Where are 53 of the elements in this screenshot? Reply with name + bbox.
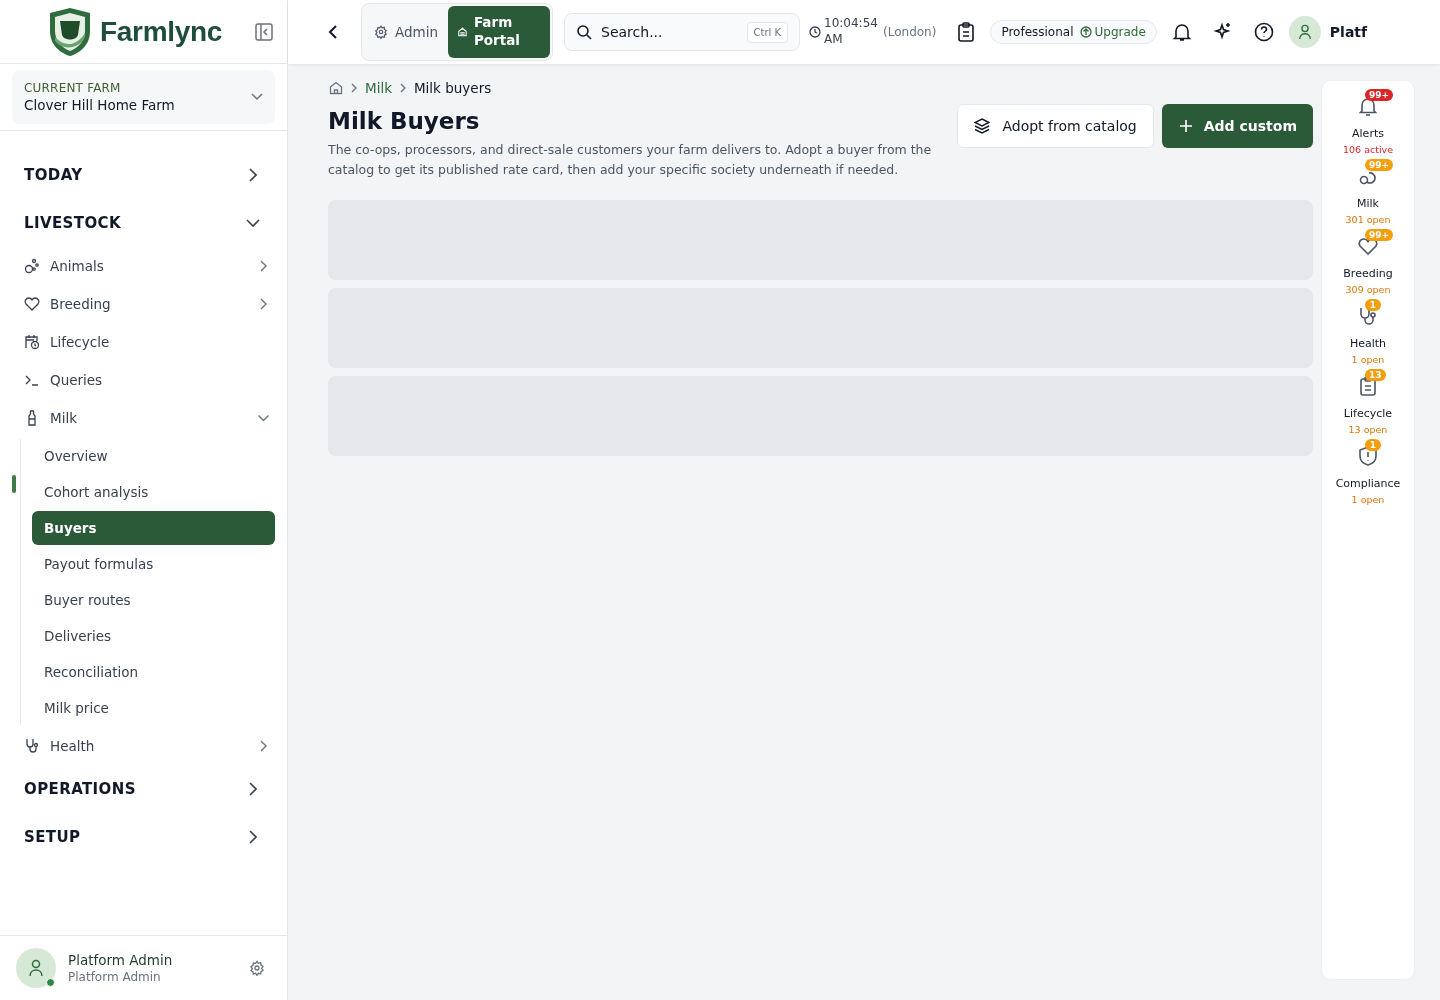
rail-label: Health — [1349, 337, 1387, 350]
nav-subitem[interactable]: Milk price — [32, 691, 275, 725]
nav-item[interactable]: Queries — [12, 361, 275, 399]
count-badge: 1 — [1365, 299, 1381, 311]
rail-status: 1 open — [1351, 494, 1385, 505]
nav-item[interactable]: Health — [12, 727, 275, 765]
nav-section[interactable]: SETUP — [12, 813, 275, 861]
rail-status: 301 open — [1345, 214, 1391, 225]
portal-tab[interactable]: Admin — [364, 6, 449, 58]
rail-status: 309 open — [1345, 284, 1391, 295]
rail-label: Breeding — [1343, 267, 1393, 280]
portal-tab[interactable]: Farm Portal — [448, 6, 551, 58]
page-title: Milk Buyers — [328, 108, 481, 134]
count-badge: 99+ — [1365, 159, 1394, 171]
rail-status: 13 open — [1348, 424, 1388, 435]
count-badge: 99+ — [1365, 229, 1394, 241]
adopt-button[interactable]: Adopt from catalog — [957, 104, 1154, 148]
nav-section[interactable]: OPERATIONS — [12, 765, 275, 813]
user-name[interactable]: Platf — [1329, 24, 1368, 40]
rail-label: Lifecycle — [1343, 407, 1393, 420]
plan-name: Professional — [1001, 25, 1074, 39]
nav-subitem[interactable]: Overview — [32, 439, 275, 473]
nav-item[interactable]: Lifecycle — [12, 323, 275, 361]
nav-item[interactable]: Breeding — [12, 285, 275, 323]
page-description: The co-ops, processors, and direct-sale customers your farm delivers to. Adopt a buyer from the catalog to get its published rate card, then add your specific society underneath if needed. — [328, 141, 933, 179]
profile-role: Platform Admin — [68, 970, 162, 984]
nav-subitem[interactable]: Payout formulas — [32, 547, 275, 581]
count-badge: 1 — [1365, 439, 1381, 451]
nav-item[interactable]: Animals — [12, 247, 275, 285]
count-badge: 99+ — [1365, 89, 1394, 101]
breadcrumb-link[interactable]: Milk — [365, 80, 392, 96]
rail-status: 1 open — [1351, 354, 1385, 365]
clock-zone: (London) — [883, 25, 937, 39]
nav-subitem[interactable]: Buyers — [32, 511, 275, 545]
add-button[interactable]: Add custom — [1161, 104, 1313, 148]
nav-section[interactable]: TODAY — [12, 151, 275, 199]
shortcut-hint: Ctrl K — [746, 22, 789, 43]
breadcrumb-current: Milk buyers — [413, 80, 492, 96]
rail-status: 106 active — [1343, 144, 1393, 155]
nav-subitem[interactable]: Cohort analysis — [32, 475, 275, 509]
profile-name: Platform Admin — [68, 952, 174, 968]
rail-label: Compliance — [1335, 477, 1401, 490]
nav-section[interactable]: LIVESTOCK — [12, 199, 275, 247]
nav-subitem[interactable]: Deliveries — [32, 619, 275, 653]
nav-subitem[interactable]: Reconciliation — [32, 655, 275, 689]
nav-subitem[interactable]: Buyer routes — [32, 583, 275, 617]
nav-item[interactable]: Milk — [12, 399, 275, 437]
rail-label: Milk — [1357, 197, 1379, 210]
rail-label: Alerts — [1352, 127, 1384, 140]
count-badge: 13 — [1365, 369, 1386, 381]
farm-selector[interactable]: CURRENT FARM Clover Hill Home Farm — [12, 70, 275, 124]
brand-name: Farmlync — [100, 15, 223, 48]
upgrade-link[interactable]: Upgrade — [1079, 25, 1146, 39]
